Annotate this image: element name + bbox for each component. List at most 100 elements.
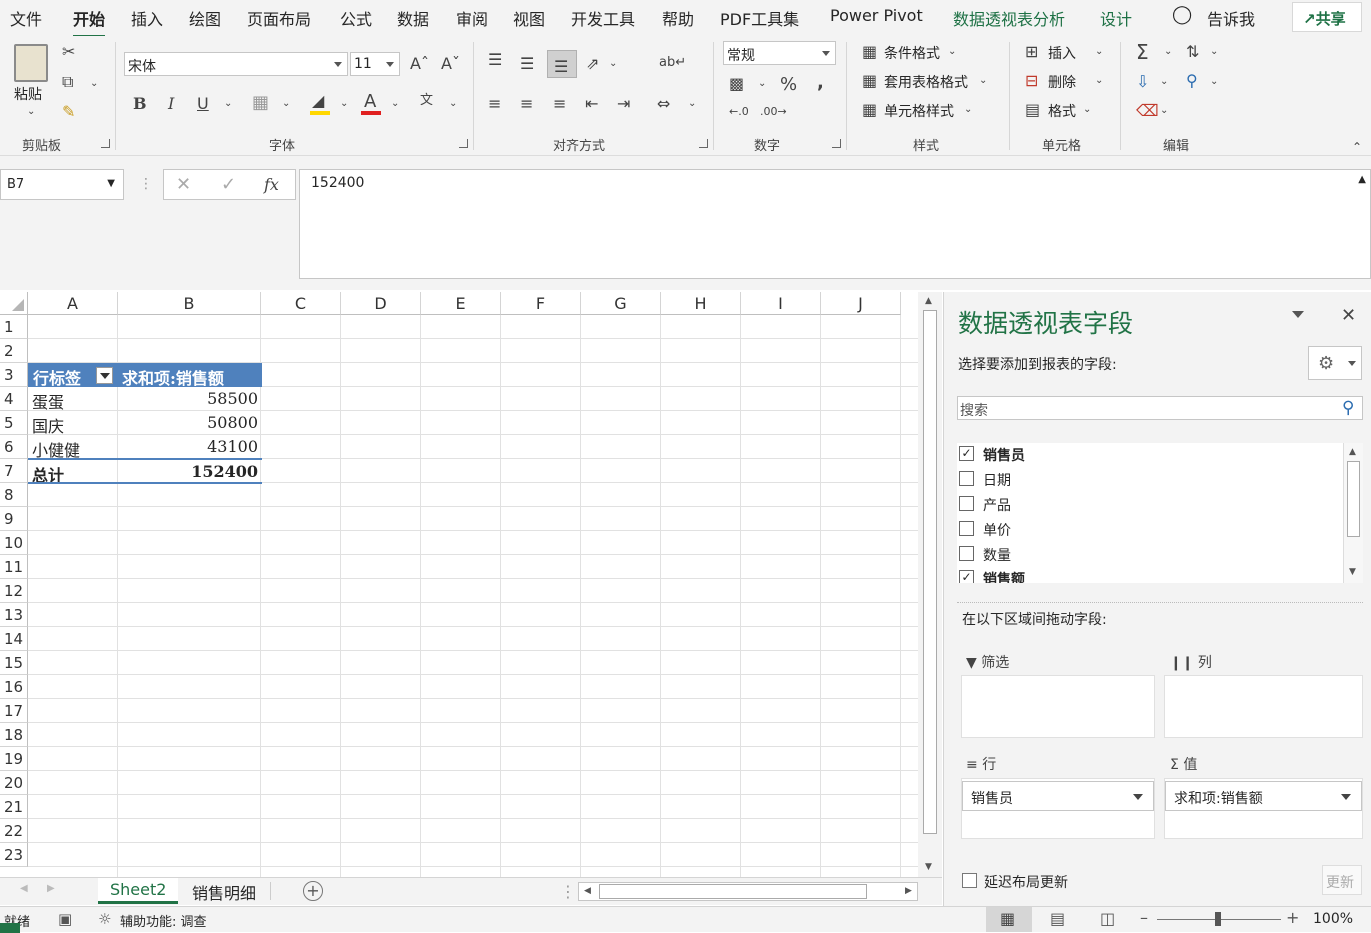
increase-decimal-icon[interactable]: ←.0 bbox=[729, 106, 749, 117]
pivot-value-header[interactable]: 求和项:销售额 bbox=[122, 363, 224, 388]
row-header[interactable]: 23 bbox=[0, 843, 28, 867]
phonetic-icon[interactable]: 文 bbox=[420, 94, 433, 107]
checkbox[interactable] bbox=[959, 471, 974, 486]
tab-home[interactable]: 开始 bbox=[73, 6, 106, 38]
percent-button[interactable]: % bbox=[780, 76, 797, 94]
fill-color-icon[interactable]: ◢ bbox=[312, 93, 324, 109]
column-header[interactable]: H bbox=[661, 292, 741, 315]
pivot-total-label[interactable]: 总计 bbox=[32, 460, 64, 485]
columns-zone[interactable] bbox=[1164, 675, 1363, 738]
tab-review[interactable]: 审阅 bbox=[456, 6, 488, 30]
insert-dropdown-icon[interactable]: ⌄ bbox=[1095, 46, 1103, 57]
scroll-up-icon[interactable]: ▲ bbox=[1349, 447, 1356, 457]
accounting-dropdown-icon[interactable]: ⌄ bbox=[758, 78, 766, 89]
zoom-out-button[interactable]: – bbox=[1140, 908, 1148, 927]
field-item-unit-price[interactable]: 单价 bbox=[959, 520, 1339, 540]
decrease-font-icon[interactable]: Aˇ bbox=[441, 56, 460, 72]
pivot-row-value[interactable]: 43100 bbox=[120, 435, 258, 459]
tab-file[interactable]: 文件 bbox=[10, 6, 42, 30]
tab-data[interactable]: 数据 bbox=[397, 6, 429, 30]
column-header[interactable]: F bbox=[501, 292, 581, 315]
alignment-launcher-icon[interactable] bbox=[699, 139, 708, 148]
row-header[interactable]: 5 bbox=[0, 411, 28, 435]
zoom-level[interactable]: 100% bbox=[1313, 911, 1353, 927]
underline-button[interactable]: U bbox=[197, 96, 209, 112]
pivot-total-value[interactable]: 152400 bbox=[120, 460, 258, 484]
row-header[interactable]: 21 bbox=[0, 795, 28, 819]
row-header[interactable]: 6 bbox=[0, 435, 28, 459]
tab-formulas[interactable]: 公式 bbox=[340, 6, 372, 30]
decrease-decimal-icon[interactable]: .00→ bbox=[760, 106, 787, 117]
border-dropdown-icon[interactable]: ⌄ bbox=[282, 98, 290, 109]
format-cells-button[interactable]: 格式 bbox=[1048, 101, 1076, 121]
format-painter-icon[interactable]: ✎ bbox=[62, 104, 75, 120]
row-header[interactable]: 1 bbox=[0, 315, 28, 339]
column-header[interactable]: C bbox=[261, 292, 341, 315]
select-all-button[interactable] bbox=[0, 292, 28, 315]
align-right-icon[interactable]: ≡ bbox=[553, 96, 566, 112]
copy-icon[interactable]: ⧉ bbox=[62, 74, 73, 90]
layout-settings-button[interactable]: ⚙ bbox=[1308, 346, 1362, 380]
tab-help[interactable]: 帮助 bbox=[662, 6, 694, 30]
scroll-down-icon[interactable]: ▼ bbox=[925, 862, 932, 872]
scroll-up-icon[interactable]: ▲ bbox=[925, 296, 932, 306]
close-icon[interactable]: ✕ bbox=[1341, 305, 1356, 326]
field-item-sales-amount[interactable]: ✓ 销售额 bbox=[959, 569, 1339, 583]
worksheet-grid[interactable]: ABCDEFGHIJ 1 2 3 4 5 6 7 8 9 10 11 12 13 14 15 16 17 18 19… bbox=[0, 292, 918, 877]
number-format-select[interactable]: 常规 bbox=[723, 41, 836, 65]
column-header[interactable]: G bbox=[581, 292, 661, 315]
normal-view-button[interactable]: ▦ bbox=[986, 907, 1032, 932]
align-left-icon[interactable]: ≡ bbox=[488, 96, 501, 112]
scroll-thumb[interactable] bbox=[599, 884, 867, 899]
fill-dropdown-icon[interactable]: ⌄ bbox=[1160, 76, 1168, 87]
row-header[interactable]: 17 bbox=[0, 699, 28, 723]
zoom-in-button[interactable]: + bbox=[1286, 908, 1299, 927]
row-header[interactable]: 19 bbox=[0, 747, 28, 771]
autosum-icon[interactable]: Σ bbox=[1136, 42, 1149, 62]
format-dropdown-icon[interactable]: ⌄ bbox=[1083, 104, 1091, 115]
zoom-slider-thumb[interactable] bbox=[1215, 912, 1221, 926]
filter-dropdown-button[interactable] bbox=[96, 367, 113, 384]
increase-indent-icon[interactable]: ⇥ bbox=[617, 96, 630, 112]
cell-styles-button[interactable]: 单元格样式 bbox=[884, 101, 954, 121]
checkbox[interactable] bbox=[959, 521, 974, 536]
sheet-tab-sales-detail[interactable]: 销售明细 bbox=[180, 878, 268, 904]
fill-dropdown-icon[interactable]: ⌄ bbox=[340, 98, 348, 109]
pivot-row-value[interactable]: 58500 bbox=[120, 387, 258, 411]
conditional-format-button[interactable]: 条件格式 bbox=[884, 43, 940, 63]
row-header[interactable]: 10 bbox=[0, 531, 28, 555]
align-bottom-button[interactable]: ☰ bbox=[547, 50, 577, 78]
find-dropdown-icon[interactable]: ⌄ bbox=[1210, 76, 1218, 87]
font-color-icon[interactable]: A bbox=[364, 93, 376, 111]
insert-cells-button[interactable]: 插入 bbox=[1048, 43, 1076, 63]
tab-view[interactable]: 视图 bbox=[513, 6, 545, 30]
pivot-row-value[interactable]: 50800 bbox=[120, 411, 258, 435]
column-header[interactable]: B bbox=[118, 292, 261, 315]
lightbulb-icon[interactable]: ◯ bbox=[1172, 4, 1192, 25]
tab-pivot-analyze[interactable]: 数据透视表分析 bbox=[953, 6, 1065, 30]
row-header[interactable]: 16 bbox=[0, 675, 28, 699]
merge-center-icon[interactable]: ⇔ bbox=[657, 96, 670, 112]
chevron-down-icon[interactable] bbox=[1133, 794, 1143, 800]
pivot-row-label[interactable]: 国庆 bbox=[32, 411, 64, 436]
accessibility-status[interactable]: 辅助功能: 调查 bbox=[120, 911, 207, 930]
align-center-icon[interactable]: ≡ bbox=[520, 96, 533, 112]
share-button[interactable]: ↗共享 bbox=[1292, 2, 1362, 32]
row-header[interactable]: 12 bbox=[0, 579, 28, 603]
insert-function-button[interactable]: fx bbox=[264, 175, 279, 194]
page-layout-icon[interactable]: ▤ bbox=[1050, 909, 1065, 928]
pivot-row-label[interactable]: 小健健 bbox=[32, 435, 80, 460]
delete-dropdown-icon[interactable]: ⌄ bbox=[1095, 75, 1103, 86]
field-list-scrollbar[interactable]: ▲ ▼ bbox=[1343, 443, 1363, 583]
row-header[interactable]: 4 bbox=[0, 387, 28, 411]
cancel-icon[interactable]: ✕ bbox=[176, 174, 191, 195]
font-size-select[interactable]: 11 bbox=[350, 52, 400, 76]
next-sheet-icon[interactable]: ▶ bbox=[47, 883, 55, 894]
pivot-row-label[interactable]: 蛋蛋 bbox=[32, 387, 64, 412]
scroll-right-icon[interactable]: ▶ bbox=[905, 886, 912, 896]
scroll-thumb[interactable] bbox=[1347, 461, 1360, 537]
paste-button[interactable]: 粘贴 bbox=[14, 84, 42, 104]
fill-down-icon[interactable]: ⇩ bbox=[1136, 74, 1149, 90]
checkbox[interactable] bbox=[959, 496, 974, 511]
accessibility-icon[interactable]: ☼ bbox=[98, 910, 111, 928]
